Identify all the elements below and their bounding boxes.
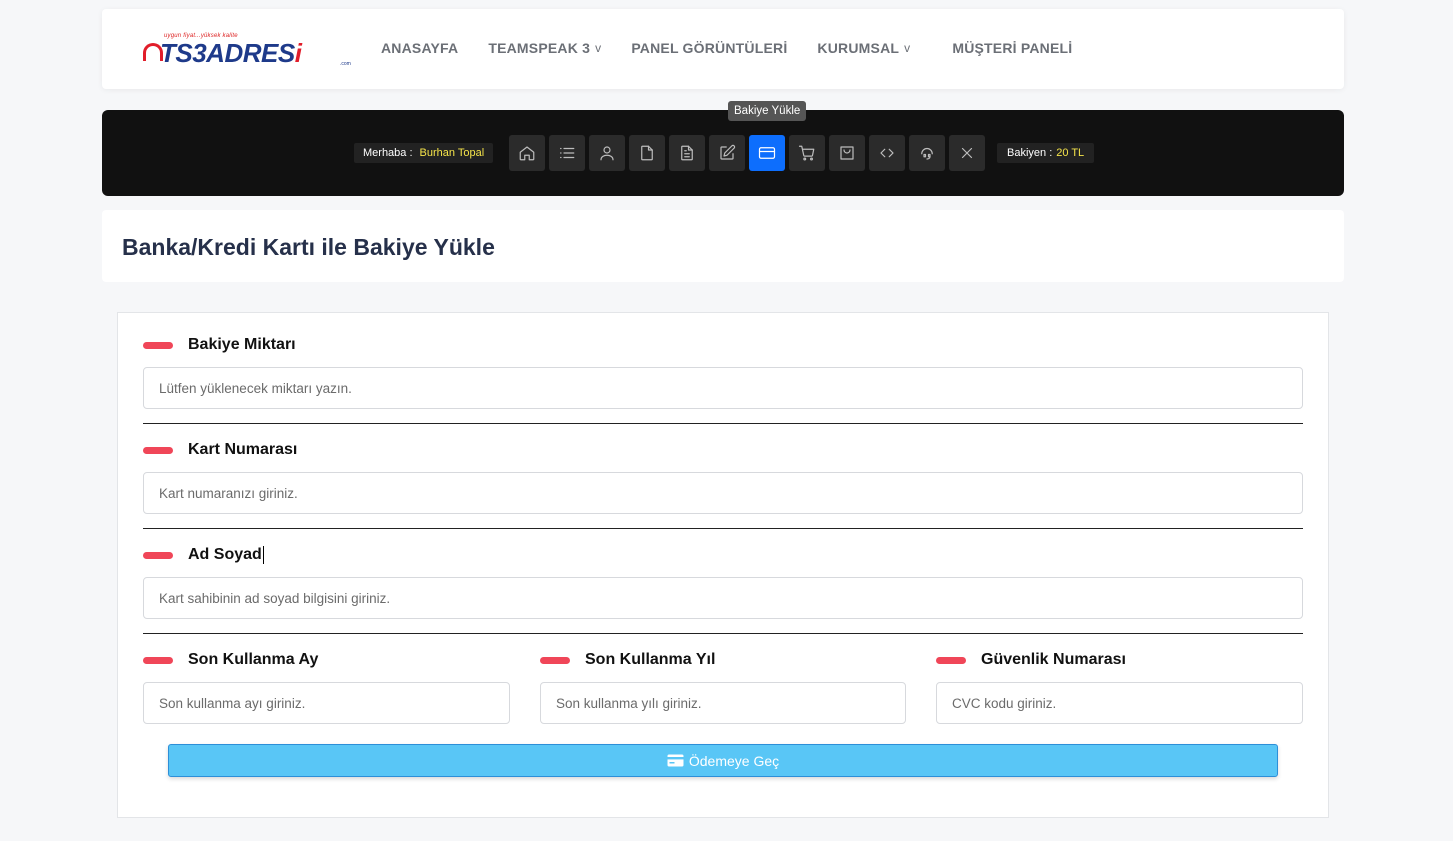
nav-home[interactable]: ANASAYFA — [381, 40, 458, 56]
cvc-label: Güvenlik Numarası — [936, 651, 1126, 669]
full-name-label: Ad Soyad — [143, 546, 264, 564]
file-button[interactable] — [629, 135, 665, 171]
label-marker — [143, 656, 173, 664]
logo-text: TS3ADRESi — [160, 38, 302, 68]
shopping-bag-icon — [840, 146, 854, 160]
logo-suffix: .com — [340, 61, 351, 67]
card-number-input[interactable] — [143, 472, 1303, 514]
close-icon — [961, 147, 973, 159]
cart-icon — [798, 145, 815, 161]
amount-label: Bakiye Miktarı — [143, 336, 296, 354]
main-menu: ANASAYFA TEAMSPEAK 3v PANEL GÖRÜNTÜLERİ … — [381, 40, 1102, 56]
label-marker — [143, 551, 173, 559]
nav-customer-panel[interactable]: MÜŞTERİ PANELİ — [952, 40, 1072, 56]
payment-form: Bakiye Miktarı Kart Numarası Ad Soyad So… — [117, 312, 1329, 818]
nav-corporate[interactable]: KURUMSAL v — [817, 40, 910, 56]
logout-button[interactable] — [949, 135, 985, 171]
profile-button[interactable] — [589, 135, 625, 171]
cart-button[interactable] — [789, 135, 825, 171]
label-marker — [540, 656, 570, 664]
document-icon — [681, 145, 693, 161]
user-name: Burhan Topal — [419, 147, 485, 159]
credit-card-icon — [667, 754, 684, 767]
top-navbar: uygun fiyat...yüksek kalite TS3ADRESi .c… — [102, 9, 1344, 89]
balance-label: Bakiyen : — [1007, 147, 1053, 159]
label-marker — [143, 341, 173, 349]
credit-card-icon — [758, 147, 776, 159]
chevron-down-icon: v — [595, 41, 602, 55]
divider — [143, 633, 1303, 634]
nav-teamspeak[interactable]: TEAMSPEAK 3v — [488, 40, 601, 56]
document-button[interactable] — [669, 135, 705, 171]
exp-month-label: Son Kullanma Ay — [143, 651, 318, 669]
site-logo[interactable]: uygun fiyat...yüksek kalite TS3ADRESi .c… — [142, 33, 352, 68]
greeting-label: Merhaba : — [363, 147, 413, 159]
tooltip: Bakiye Yükle — [728, 101, 807, 121]
balance-value: 20 TL — [1056, 147, 1085, 159]
home-button[interactable] — [509, 135, 545, 171]
chevron-down-icon: v — [904, 41, 911, 55]
code-icon — [880, 148, 894, 158]
account-toolbar: Merhaba : Burhan Topal Bakiye Yükle Baki… — [102, 101, 1344, 196]
balance-badge: Bakiyen : 20 TL — [997, 143, 1095, 163]
card-number-label: Kart Numarası — [143, 441, 297, 459]
divider — [143, 528, 1303, 529]
list-button[interactable] — [549, 135, 585, 171]
divider — [143, 423, 1303, 424]
toolbar-buttons — [509, 135, 989, 171]
page-title: Banka/Kredi Kartı ile Bakiye Yükle — [122, 234, 495, 260]
proceed-to-payment-label: Ödemeye Geç — [688, 752, 780, 769]
support-icon — [921, 147, 933, 160]
code-button[interactable] — [869, 135, 905, 171]
file-icon — [641, 145, 653, 161]
proceed-to-payment-button[interactable]: Ödemeye Geç — [168, 744, 1278, 777]
label-marker — [936, 656, 966, 664]
text-caret — [262, 546, 264, 564]
exp-year-input[interactable] — [540, 682, 906, 724]
orders-button[interactable] — [829, 135, 865, 171]
home-icon — [519, 146, 535, 161]
nav-panel-screens[interactable]: PANEL GÖRÜNTÜLERİ — [631, 40, 787, 56]
amount-input[interactable] — [143, 367, 1303, 409]
full-name-input[interactable] — [143, 577, 1303, 619]
support-button[interactable] — [909, 135, 945, 171]
exp-month-input[interactable] — [143, 682, 510, 724]
greeting-badge: Merhaba : Burhan Topal — [354, 143, 494, 163]
user-icon — [600, 146, 614, 161]
label-marker — [143, 446, 173, 454]
edit-icon — [720, 144, 736, 160]
edit-button[interactable] — [709, 135, 745, 171]
page-header: Banka/Kredi Kartı ile Bakiye Yükle — [102, 210, 1344, 282]
list-icon — [560, 147, 575, 159]
load-balance-button[interactable] — [749, 135, 785, 171]
cvc-input[interactable] — [936, 682, 1303, 724]
exp-year-label: Son Kullanma Yıl — [540, 651, 715, 669]
